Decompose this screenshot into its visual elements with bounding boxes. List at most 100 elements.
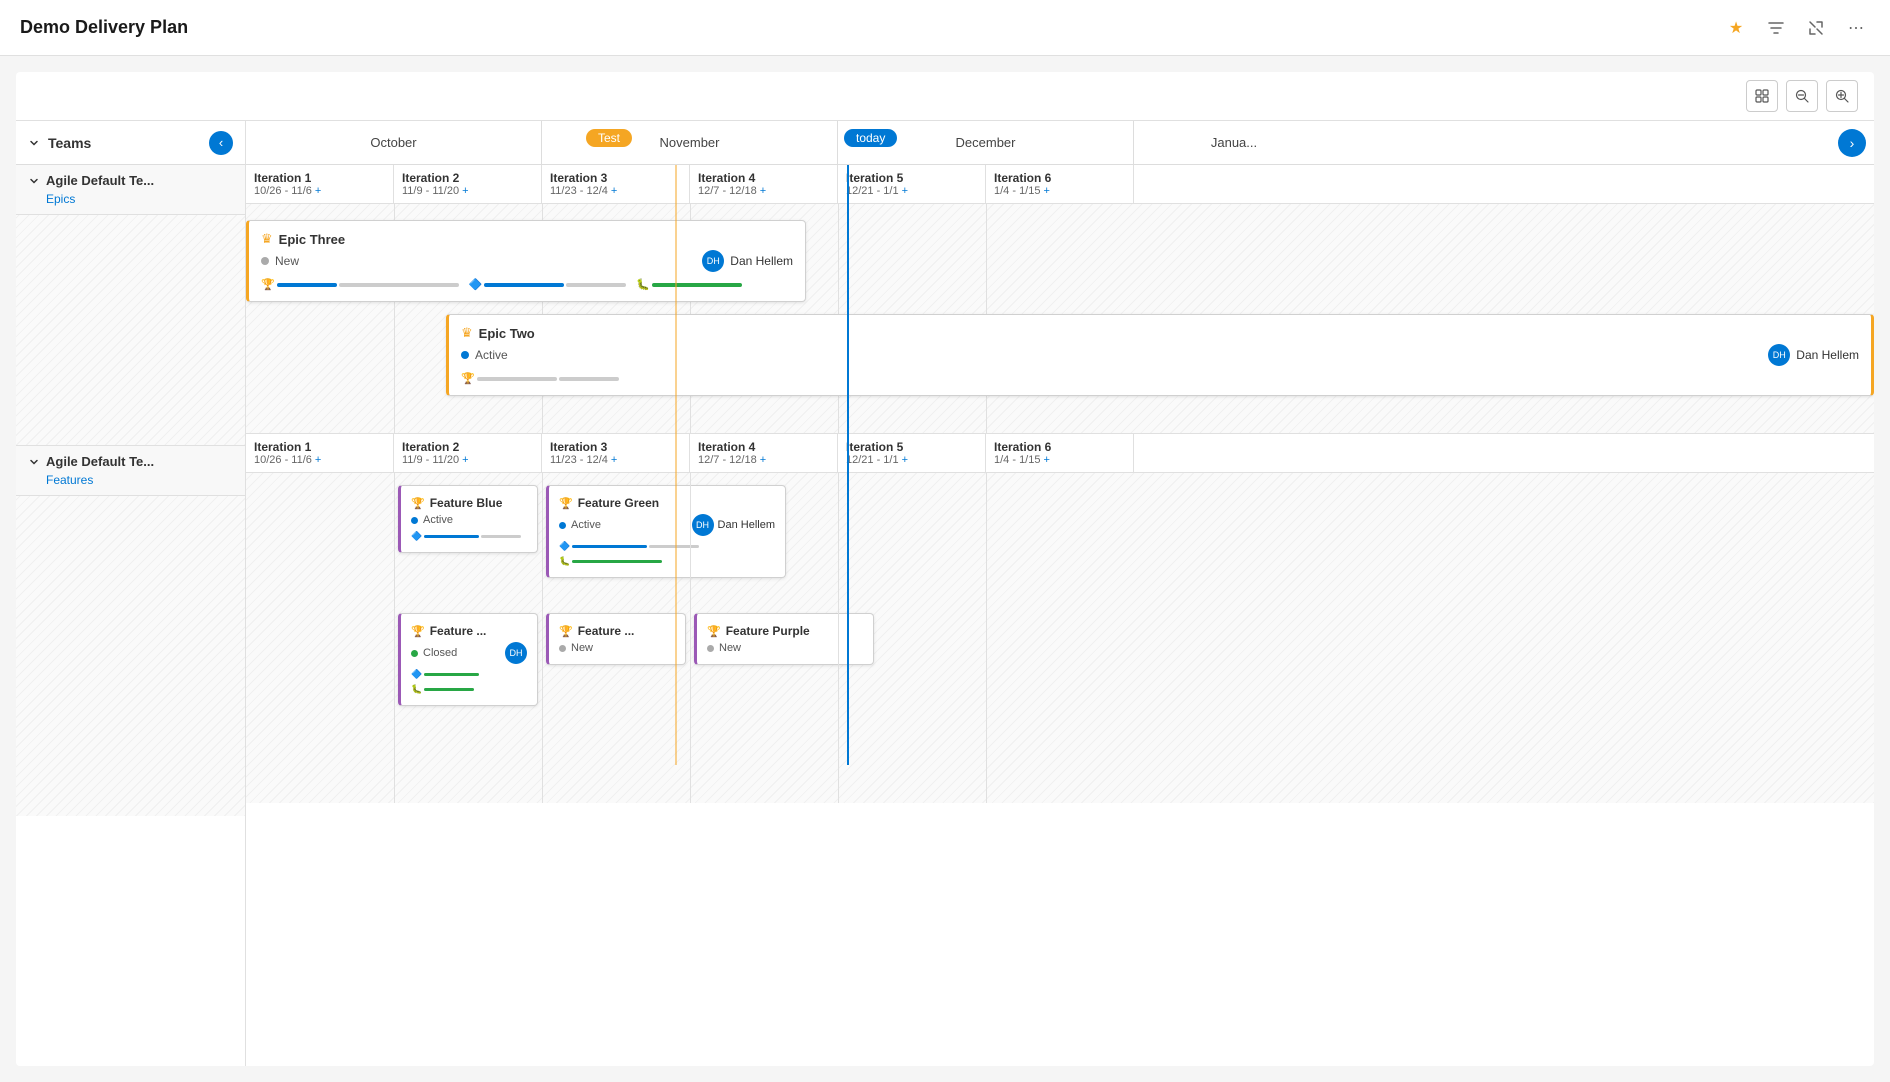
- group-features-header: Agile Default Te... Features: [16, 446, 245, 496]
- test-marker: Test: [586, 129, 632, 147]
- iter-add-3[interactable]: +: [760, 185, 766, 197]
- active-dot: [461, 351, 469, 359]
- epic-three-status: New: [261, 254, 299, 268]
- collapse-teams-icon[interactable]: [28, 137, 40, 149]
- iter-add-4[interactable]: +: [902, 185, 908, 197]
- feature-new1-card[interactable]: 🏆 Feature ... New: [546, 613, 686, 665]
- epic-two-progress: 🏆: [461, 372, 1859, 385]
- month-october: October: [246, 121, 542, 165]
- epic-two-card[interactable]: ♛ Epic Two Active DH Dan Hellem: [446, 314, 1874, 396]
- epic-three-title-row: ♛ Epic Three: [261, 231, 793, 247]
- features-iterations-header: Iteration 1 10/26 - 11/6 + Iteration 2 1…: [246, 434, 1874, 473]
- trophy-small: 🏆: [261, 278, 275, 291]
- iter-add-5[interactable]: +: [1043, 185, 1049, 197]
- feat-add-3[interactable]: +: [760, 454, 766, 466]
- iter-cell-1: Iteration 2 11/9 - 11/20 +: [394, 165, 542, 203]
- group-epics-title: Agile Default Te...: [28, 173, 233, 188]
- feat-add-0[interactable]: +: [315, 454, 321, 466]
- avatar-small: DH: [505, 642, 527, 664]
- feat-iter-cell-3: Iteration 4 12/7 - 12/18 +: [690, 434, 838, 472]
- nav-right-button[interactable]: ›: [1838, 129, 1866, 157]
- feat-iter-cell-1: Iteration 2 11/9 - 11/20 +: [394, 434, 542, 472]
- feature-green-card[interactable]: 🏆 Feature Green Active DH Dan Hellem: [546, 485, 786, 578]
- features-content-area: 🏆 Feature Blue Active 🔷: [246, 473, 1874, 803]
- nav-left-button[interactable]: ‹: [209, 131, 233, 155]
- features-left-area: [16, 496, 245, 816]
- star-icon[interactable]: ★: [1722, 14, 1750, 42]
- trophy-blue2: 🏆: [411, 625, 425, 638]
- group-features-title: Agile Default Te...: [28, 454, 233, 469]
- features-subtitle[interactable]: Features: [46, 473, 233, 487]
- dot-closed: [411, 650, 418, 657]
- feat-iter-cell-2: Iteration 3 11/23 - 12/4 +: [542, 434, 690, 472]
- group-agile-features: Agile Default Te... Features: [16, 446, 245, 816]
- feature-blue-card[interactable]: 🏆 Feature Blue Active 🔷: [398, 485, 538, 553]
- feat-add-5[interactable]: +: [1043, 454, 1049, 466]
- today-marker: today: [844, 129, 897, 147]
- teams-header: Teams ‹: [16, 121, 245, 165]
- iter-cell-2: Iteration 3 11/23 - 12/4 +: [542, 165, 690, 203]
- sprint-icon: 🔷: [469, 278, 483, 291]
- toolbar: [16, 72, 1874, 121]
- bar-e2: [477, 377, 557, 381]
- group-epics-header: Agile Default Te... Epics: [16, 165, 245, 215]
- epic-two-title-row: ♛ Epic Two: [461, 325, 1859, 341]
- epics-left-area: [16, 215, 245, 445]
- feat-add-1[interactable]: +: [462, 454, 468, 466]
- epic-two-assignee: DH Dan Hellem: [1768, 344, 1859, 366]
- left-sidebar: Teams ‹ Agile Default Te... Epics: [16, 121, 246, 1066]
- dot-green-active: [559, 522, 566, 529]
- epics-subtitle[interactable]: Epics: [46, 192, 233, 206]
- iter-cell-0: Iteration 1 10/26 - 11/6 +: [246, 165, 394, 203]
- months-header: Test today October November: [246, 121, 1874, 165]
- iter-add-1[interactable]: +: [462, 185, 468, 197]
- dot-purple: [707, 645, 714, 652]
- collapse-epics-icon[interactable]: [28, 175, 40, 187]
- group-agile-epics: Agile Default Te... Epics: [16, 165, 245, 446]
- epic-two-status: Active: [461, 348, 508, 362]
- header-actions: ★ ⋯: [1722, 14, 1870, 42]
- bar3: [484, 283, 564, 287]
- crown-icon: ♛: [261, 231, 273, 247]
- dot-new1: [559, 645, 566, 652]
- epics-content-area: ♛ Epic Three New DH Dan Hellem: [246, 204, 1874, 434]
- feature-blue2-card[interactable]: 🏆 Feature ... Closed DH 🔷: [398, 613, 538, 706]
- avatar-dan2: DH: [1768, 344, 1790, 366]
- teams-label: Teams: [48, 135, 91, 151]
- iter-add-2[interactable]: +: [611, 185, 617, 197]
- feat-add-2[interactable]: +: [611, 454, 617, 466]
- iter-cell-3: Iteration 4 12/7 - 12/18 +: [690, 165, 838, 203]
- month-january: Janua... ›: [1134, 121, 1334, 165]
- iter-cell-5: Iteration 6 1/4 - 1/15 +: [986, 165, 1134, 203]
- feat-add-4[interactable]: +: [902, 454, 908, 466]
- epics-iterations-header: Iteration 1 10/26 - 11/6 + Iteration 2 1…: [246, 165, 1874, 204]
- epic-three-progress: 🏆 🔷 🐛: [261, 278, 793, 291]
- feat-iter-cell-4: Iteration 5 12/21 - 1/1 +: [838, 434, 986, 472]
- collapse-features-icon[interactable]: [28, 456, 40, 468]
- feat-iter-cell-0: Iteration 1 10/26 - 11/6 +: [246, 434, 394, 472]
- filter-icon[interactable]: [1762, 14, 1790, 42]
- app-header: Demo Delivery Plan ★ ⋯: [0, 0, 1890, 56]
- trophy-small-2: 🏆: [461, 372, 475, 385]
- bar2: [339, 283, 459, 287]
- main-content: Teams ‹ Agile Default Te... Epics: [16, 72, 1874, 1066]
- zoom-out-button[interactable]: [1786, 80, 1818, 112]
- timeline-area: Test today October November: [246, 121, 1874, 1066]
- bar4: [566, 283, 626, 287]
- grid-view-button[interactable]: [1746, 80, 1778, 112]
- iter-add-0[interactable]: +: [315, 185, 321, 197]
- bar-e2b: [559, 377, 619, 381]
- more-options-icon[interactable]: ⋯: [1842, 14, 1870, 42]
- trophy-new1: 🏆: [559, 625, 573, 638]
- zoom-in-button[interactable]: [1826, 80, 1858, 112]
- avatar-dan: DH: [702, 250, 724, 272]
- iter-dates-0: 10/26 - 11/6 +: [254, 185, 385, 197]
- collapse-icon[interactable]: [1802, 14, 1830, 42]
- feat-iter-cell-5: Iteration 6 1/4 - 1/15 +: [986, 434, 1134, 472]
- epic-three-card[interactable]: ♛ Epic Three New DH Dan Hellem: [246, 220, 806, 302]
- dot-blue: [411, 517, 418, 524]
- bar1: [277, 283, 337, 287]
- trophy-blue: 🏆: [411, 497, 425, 510]
- trophy-purple: 🏆: [707, 625, 721, 638]
- bar5: [652, 283, 742, 287]
